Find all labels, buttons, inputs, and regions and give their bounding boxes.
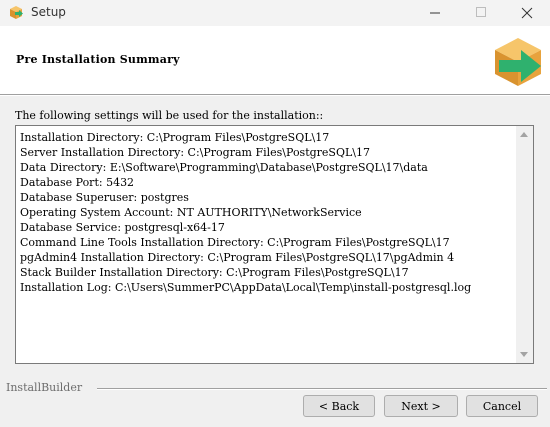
summary-line: Server Installation Directory: C:\Progra…: [20, 146, 370, 159]
summary-line: pgAdmin4 Installation Directory: C:\Prog…: [20, 251, 455, 264]
vertical-scrollbar[interactable]: [516, 126, 533, 363]
summary-line: Command Line Tools Installation Director…: [20, 236, 450, 249]
summary-line: Database Superuser: postgres: [20, 191, 189, 204]
close-icon: [521, 7, 533, 19]
minimize-icon: [430, 12, 440, 14]
summary-lines: Installation Directory: C:\Program Files…: [20, 130, 512, 295]
scroll-up-arrow-icon[interactable]: [520, 132, 528, 137]
footer-divider: [97, 388, 547, 390]
page-title: Pre Installation Summary: [16, 53, 180, 66]
title-bar: Setup: [0, 0, 550, 26]
summary-textarea[interactable]: Installation Directory: C:\Program Files…: [15, 125, 534, 364]
summary-line: Data Directory: E:\Software\Programming\…: [20, 161, 428, 174]
summary-line: Installation Directory: C:\Program Files…: [20, 131, 330, 144]
cancel-button[interactable]: Cancel: [466, 395, 538, 417]
installbuilder-brand: InstallBuilder: [6, 381, 83, 394]
maximize-button[interactable]: [458, 0, 504, 26]
minimize-button[interactable]: [412, 0, 458, 26]
maximize-icon: [476, 7, 486, 17]
installer-box-arrow-icon: [495, 38, 541, 86]
intro-text: The following settings will be used for …: [15, 109, 324, 122]
next-button[interactable]: Next >: [384, 395, 458, 417]
back-button[interactable]: < Back: [303, 395, 375, 417]
window-title: Setup: [31, 5, 66, 19]
summary-line: Database Service: postgresql-x64-17: [20, 221, 225, 234]
header-panel: Pre Installation Summary: [0, 26, 550, 94]
summary-line: Database Port: 5432: [20, 176, 135, 189]
summary-line: Operating System Account: NT AUTHORITY\N…: [20, 206, 362, 219]
installer-box-icon: [10, 6, 23, 19]
summary-line: Installation Log: C:\Users\SummerPC\AppD…: [20, 281, 472, 294]
scroll-down-arrow-icon[interactable]: [520, 352, 528, 357]
close-button[interactable]: [504, 0, 550, 26]
summary-line: Stack Builder Installation Directory: C:…: [20, 266, 409, 279]
header-divider: [0, 94, 550, 96]
